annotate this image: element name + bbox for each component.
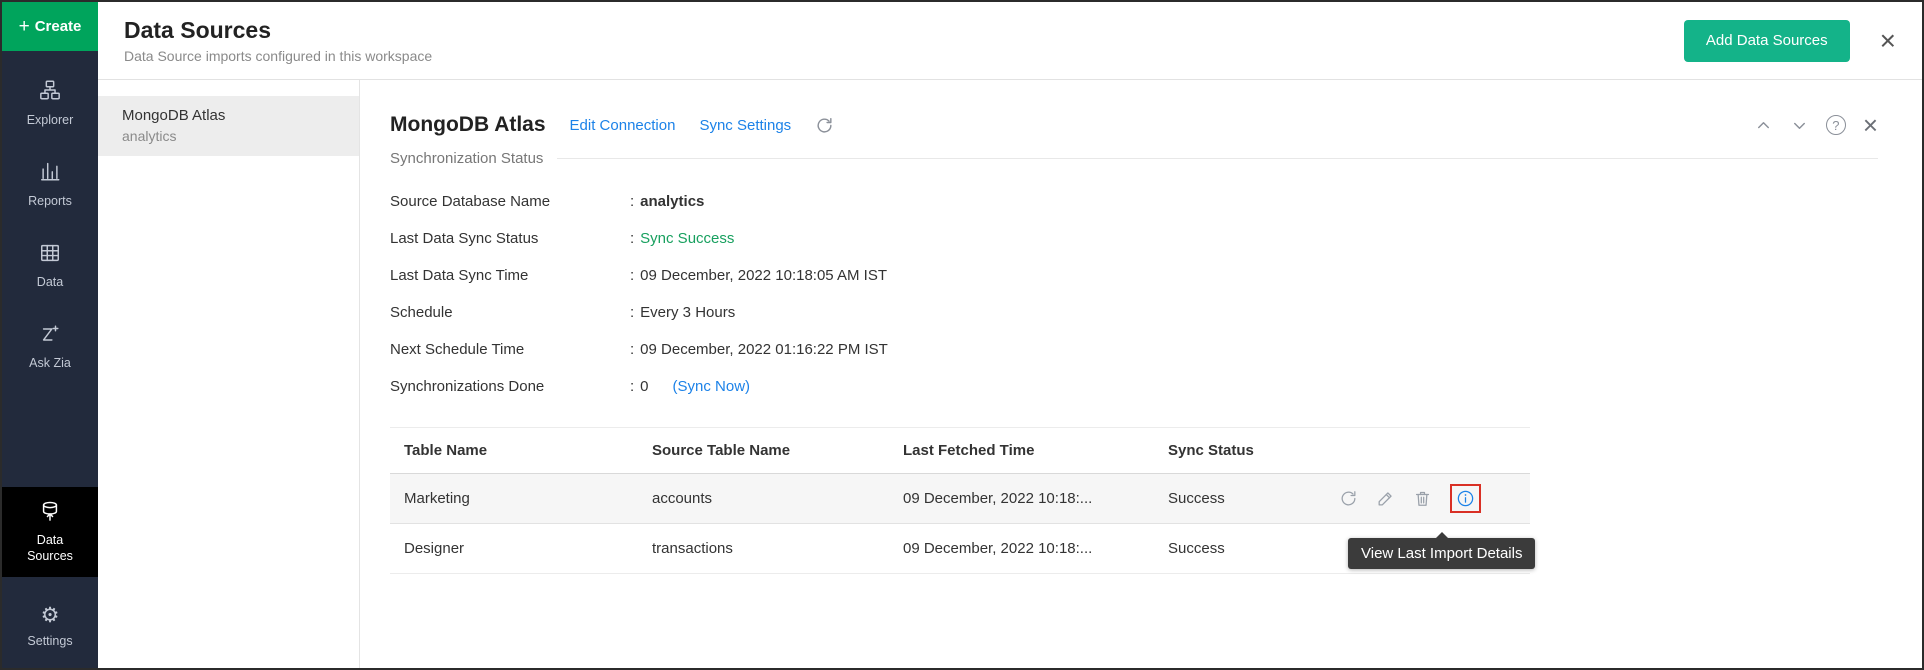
row-actions [1318, 484, 1530, 513]
sidebar-item-data[interactable]: Data [2, 238, 98, 295]
help-icon[interactable]: ? [1826, 115, 1846, 135]
sidebar-item-settings[interactable]: ⚙ Settings [2, 601, 98, 654]
column-header-source-table-name: Source Table Name [652, 442, 903, 459]
detail-close-icon[interactable]: × [1863, 112, 1878, 138]
field-row-last-data-sync-status: Last Data Sync Status : Sync Success [390, 220, 1878, 257]
sidebar-item-label: Explorer [27, 113, 74, 129]
column-header-sync-status: Sync Status [1168, 442, 1318, 459]
sync-status-fields: Source Database Name : analytics Last Da… [390, 183, 1878, 405]
data-icon [39, 242, 61, 269]
page-header: Data Sources Data Source imports configu… [98, 2, 1922, 80]
refresh-icon[interactable] [815, 116, 834, 135]
field-value: analytics [640, 193, 704, 210]
cell-source-table-name: accounts [652, 490, 903, 507]
sync-now-link[interactable]: (Sync Now) [673, 378, 751, 395]
source-database: analytics [122, 128, 335, 144]
data-sources-icon [39, 500, 61, 527]
field-value: Sync Success [640, 230, 734, 247]
reports-icon [39, 160, 61, 187]
plus-icon: + [19, 17, 30, 36]
chevron-down-icon[interactable] [1790, 116, 1809, 135]
content-area: MongoDB Atlas analytics MongoDB Atlas Ed… [98, 80, 1922, 668]
field-row-next-schedule-time: Next Schedule Time : 09 December, 2022 0… [390, 331, 1878, 368]
source-list-panel: MongoDB Atlas analytics [98, 80, 360, 668]
close-icon[interactable]: × [1880, 27, 1896, 55]
page-title: Data Sources [124, 17, 432, 44]
settings-gear-icon: ⚙ [41, 605, 60, 627]
detail-header: MongoDB Atlas Edit Connection Sync Setti… [390, 112, 1878, 138]
page-title-block: Data Sources Data Source imports configu… [124, 17, 432, 64]
field-value: 0 [640, 378, 648, 395]
sidebar-item-label: Ask Zia [29, 356, 71, 372]
section-title: Synchronization Status [390, 150, 543, 167]
detail-header-controls: ? × [1754, 112, 1878, 138]
create-button[interactable]: + Create [2, 2, 98, 51]
cell-source-table-name: transactions [652, 540, 903, 557]
section-divider [557, 158, 1878, 159]
source-detail-panel: MongoDB Atlas Edit Connection Sync Setti… [360, 80, 1922, 668]
detail-title: MongoDB Atlas [390, 113, 546, 137]
field-row-schedule: Schedule : Every 3 Hours [390, 294, 1878, 331]
edit-pencil-icon[interactable] [1376, 489, 1395, 508]
delete-trash-icon[interactable] [1413, 489, 1432, 508]
field-value: Every 3 Hours [640, 304, 735, 321]
field-value: 09 December, 2022 01:16:22 PM IST [640, 341, 888, 358]
column-header-table-name: Table Name [390, 442, 652, 459]
sidebar-item-explorer[interactable]: Explorer [2, 75, 98, 132]
table-header-row: Table Name Source Table Name Last Fetche… [390, 428, 1530, 474]
explorer-icon [39, 79, 61, 106]
sidebar-item-label: Data Sources [18, 533, 82, 564]
cell-table-name: Designer [390, 540, 652, 557]
info-icon[interactable] [1456, 489, 1475, 508]
sidebar-item-ask-zia[interactable]: Ask Zia [2, 319, 98, 376]
cell-sync-status: Success [1168, 540, 1318, 557]
ask-zia-icon [39, 323, 61, 350]
sync-settings-link[interactable]: Sync Settings [699, 117, 791, 134]
table-row: Marketing accounts 09 December, 2022 10:… [390, 474, 1530, 524]
field-row-last-data-sync-time: Last Data Sync Time : 09 December, 2022 … [390, 257, 1878, 294]
column-header-last-fetched-time: Last Fetched Time [903, 442, 1168, 459]
sidebar-item-reports[interactable]: Reports [2, 156, 98, 213]
source-list-item-mongodb-atlas[interactable]: MongoDB Atlas analytics [98, 96, 359, 156]
sidebar-item-data-sources[interactable]: Data Sources [2, 487, 98, 578]
field-row-synchronizations-done: Synchronizations Done : 0 (Sync Now) [390, 368, 1878, 405]
app-window: + Create Explorer Reports Data Ask [0, 0, 1924, 670]
field-value: 09 December, 2022 10:18:05 AM IST [640, 267, 887, 284]
sidebar-item-label: Data [37, 275, 63, 291]
source-name: MongoDB Atlas [122, 107, 335, 124]
page-subtitle: Data Source imports configured in this w… [124, 48, 432, 64]
add-data-sources-button[interactable]: Add Data Sources [1684, 20, 1850, 62]
sync-status-section: Synchronization Status [390, 150, 1878, 167]
field-row-source-database-name: Source Database Name : analytics [390, 183, 1878, 220]
tooltip-view-last-import-details: View Last Import Details [1348, 538, 1535, 569]
cell-last-fetched-time: 09 December, 2022 10:18:... [903, 540, 1168, 557]
create-button-label: Create [35, 18, 82, 35]
sidebar-spacer [2, 376, 98, 487]
cell-last-fetched-time: 09 December, 2022 10:18:... [903, 490, 1168, 507]
main-area: Data Sources Data Source imports configu… [98, 2, 1922, 668]
cell-table-name: Marketing [390, 490, 652, 507]
annotation-highlight-box [1450, 484, 1481, 513]
sidebar: + Create Explorer Reports Data Ask [2, 2, 98, 668]
sidebar-item-label: Reports [28, 194, 72, 210]
row-refresh-icon[interactable] [1339, 489, 1358, 508]
edit-connection-link[interactable]: Edit Connection [570, 117, 676, 134]
sidebar-item-label: Settings [27, 634, 72, 650]
header-actions: Add Data Sources × [1684, 20, 1896, 62]
chevron-up-icon[interactable] [1754, 116, 1773, 135]
cell-sync-status: Success [1168, 490, 1318, 507]
